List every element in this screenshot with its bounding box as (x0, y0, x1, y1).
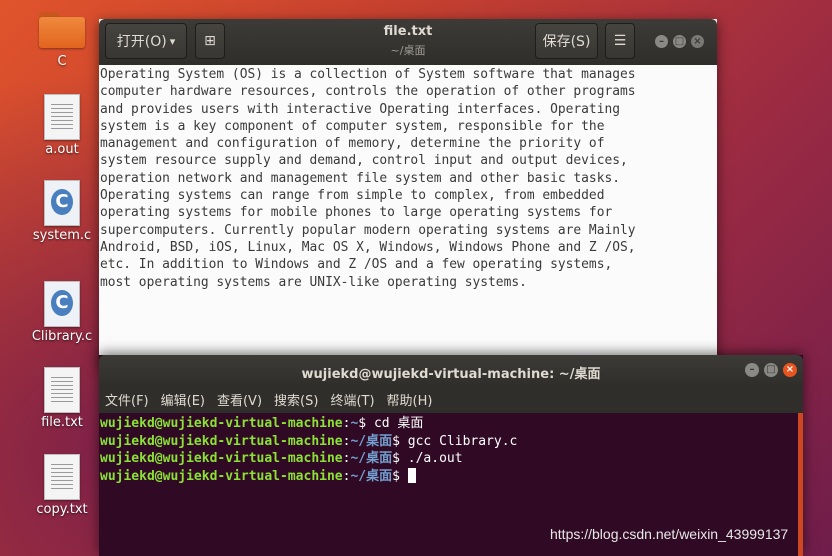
hamburger-menu-button[interactable]: ☰ (605, 23, 635, 59)
terminal-line: wujiekd@wujiekd-virtual-machine:~$ cd 桌面 (100, 416, 424, 431)
prompt-user: wujiekd@wujiekd-virtual-machine (100, 468, 343, 484)
desktop-icon-clibrary-c[interactable]: C Clibrary.c (22, 281, 102, 344)
close-icon[interactable]: × (691, 35, 704, 48)
desktop-icon-label: system.c (32, 228, 92, 243)
prompt-path: ~/桌面 (350, 451, 393, 466)
maximize-icon[interactable]: □ (673, 35, 686, 48)
menu-terminal[interactable]: 终端(T) (330, 390, 374, 409)
minimize-icon[interactable]: – (745, 363, 759, 377)
terminal-line: wujiekd@wujiekd-virtual-machine:~/桌面$ gc… (100, 433, 518, 449)
gedit-headerbar: 打开(O) ▾ ⊞ file.txt ~/桌面 保存(S) ☰ – □ × (99, 19, 717, 65)
document-text: Operating System (OS) is a collection of… (100, 67, 636, 290)
terminal-line: wujiekd@wujiekd-virtual-machine:~/桌面$ ./… (100, 451, 463, 466)
desktop-icon-label: C (57, 54, 67, 69)
desktop-icon-label: file.txt (41, 415, 83, 430)
menu-view[interactable]: 查看(V) (217, 390, 262, 409)
desktop-icon-label: Clibrary.c (31, 329, 93, 344)
gedit-window: 打开(O) ▾ ⊞ file.txt ~/桌面 保存(S) ☰ – □ × Op… (99, 19, 717, 364)
c-source-icon: C (44, 281, 80, 327)
text-cursor (407, 467, 416, 483)
desktop-icon-label: a.out (45, 142, 79, 157)
prompt-user: wujiekd@wujiekd-virtual-machine (100, 416, 343, 431)
terminal-line: wujiekd@wujiekd-virtual-machine:~/桌面$ (100, 467, 803, 486)
terminal-output[interactable]: wujiekd@wujiekd-virtual-machine:~$ cd 桌面… (99, 413, 803, 485)
minimize-icon[interactable]: – (655, 35, 668, 48)
menu-edit[interactable]: 编辑(E) (161, 390, 205, 409)
command-text: cd 桌面 (366, 416, 424, 431)
desktop-icon-file-txt[interactable]: file.txt (22, 367, 102, 430)
menu-help[interactable]: 帮助(H) (387, 390, 433, 409)
save-button[interactable]: 保存(S) (535, 23, 598, 59)
watermark-url: https://blog.csdn.net/weixin_43999137 (550, 526, 789, 542)
text-file-icon (44, 454, 80, 500)
prompt-user: wujiekd@wujiekd-virtual-machine (100, 433, 343, 449)
desktop-icon-copy-txt[interactable]: copy.txt (22, 454, 102, 517)
prompt-path: ~/桌面 (350, 468, 393, 484)
text-editor-area[interactable]: Operating System (OS) is a collection of… (99, 65, 717, 364)
folder-icon (39, 12, 85, 48)
menu-icon: ☰ (613, 33, 627, 49)
menu-file[interactable]: 文件(F) (105, 390, 149, 409)
terminal-titlebar: wujiekd@wujiekd-virtual-machine: ~/桌面 – … (99, 355, 803, 386)
close-icon[interactable]: × (783, 363, 797, 377)
command-text: gcc Clibrary.c (399, 433, 518, 449)
desktop-icon-label: copy.txt (36, 502, 88, 517)
desktop-icon-a-out[interactable]: a.out (22, 94, 102, 157)
menu-search[interactable]: 搜索(S) (274, 390, 318, 409)
save-button-label: 保存(S) (542, 34, 591, 50)
prompt-user: wujiekd@wujiekd-virtual-machine (100, 451, 343, 466)
command-text: ./a.out (399, 451, 463, 466)
text-file-icon (44, 367, 80, 413)
prompt-path: ~ (350, 416, 359, 431)
binary-file-icon (44, 94, 80, 140)
command-text (400, 469, 408, 484)
desktop-icon-system-c[interactable]: C system.c (22, 180, 102, 243)
terminal-menubar: 文件(F) 编辑(E) 查看(V) 搜索(S) 终端(T) 帮助(H) (99, 386, 803, 413)
terminal-title: wujiekd@wujiekd-virtual-machine: ~/桌面 (301, 367, 601, 382)
prompt-path: ~/桌面 (350, 433, 393, 449)
terminal-scrollbar[interactable] (798, 413, 803, 556)
maximize-icon[interactable]: □ (764, 363, 778, 377)
c-source-icon: C (44, 180, 80, 226)
desktop-icon-c-folder[interactable]: C (22, 12, 102, 69)
